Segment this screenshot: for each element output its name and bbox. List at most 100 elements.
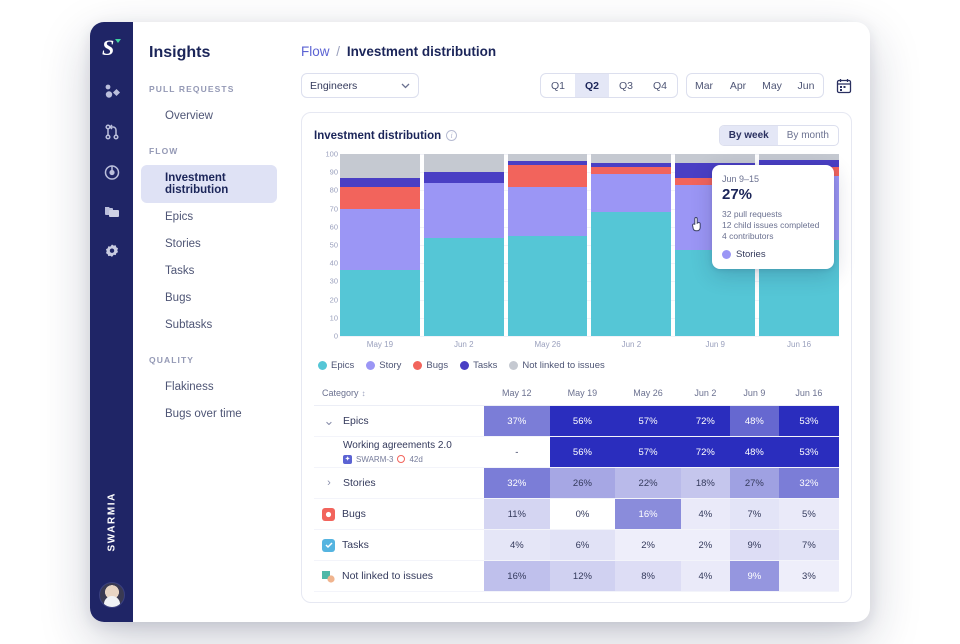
value-cell[interactable]: 32% — [484, 467, 550, 499]
pull-request-icon[interactable] — [103, 123, 121, 146]
value-cell[interactable]: 9% — [729, 529, 779, 561]
value-cell[interactable]: 57% — [615, 405, 681, 437]
bar-column[interactable] — [591, 154, 672, 336]
quarter-option-q4[interactable]: Q4 — [643, 74, 677, 97]
value-cell[interactable]: 9% — [729, 560, 779, 592]
month-option-mar[interactable]: Mar — [687, 74, 721, 97]
value-cell[interactable]: 16% — [484, 560, 550, 592]
bar-segment-epics[interactable] — [423, 237, 504, 336]
gear-icon[interactable] — [103, 243, 121, 266]
bar-column[interactable] — [340, 154, 420, 336]
value-cell[interactable]: 26% — [549, 467, 616, 499]
legend-item-story[interactable]: Story — [366, 360, 401, 371]
legend-item-tasks[interactable]: Tasks — [460, 360, 497, 371]
value-cell[interactable]: 32% — [778, 467, 839, 499]
value-cell[interactable]: 48% — [729, 436, 779, 468]
value-cell[interactable]: 6% — [549, 529, 616, 561]
bar-segment-not-linked-to-issues[interactable] — [340, 154, 420, 178]
month-option-jun[interactable]: Jun — [789, 74, 823, 97]
category-cell[interactable]: ⌄ Epics — [314, 405, 484, 437]
value-cell[interactable]: 53% — [778, 405, 839, 437]
table-row[interactable]: Not linked to issues 16% 12% 8% 4% 9% 3% — [314, 560, 839, 592]
value-cell[interactable]: 57% — [615, 436, 681, 468]
bar-segment-epics[interactable] — [340, 270, 420, 336]
value-cell[interactable]: 22% — [615, 467, 681, 499]
quarter-option-q2[interactable]: Q2 — [575, 74, 609, 97]
value-cell[interactable]: 4% — [680, 498, 730, 530]
quarter-option-q3[interactable]: Q3 — [609, 74, 643, 97]
calendar-icon[interactable] — [836, 78, 852, 94]
table-row[interactable]: ⌄ Epics 37% 56% 57% 72% 48% 53% — [314, 405, 839, 437]
category-cell[interactable]: Tasks — [314, 529, 484, 561]
bar-segment-tasks[interactable] — [340, 177, 420, 187]
value-cell[interactable]: 16% — [615, 498, 681, 530]
value-cell[interactable]: 37% — [484, 405, 550, 437]
bar-segment-tasks[interactable] — [423, 172, 504, 184]
bar-segment-story[interactable] — [340, 208, 420, 271]
sort-icon[interactable]: ↕ — [362, 389, 366, 398]
month-option-apr[interactable]: Apr — [721, 74, 755, 97]
chevron-right-icon[interactable]: › — [322, 477, 336, 489]
value-cell[interactable]: 12% — [549, 560, 616, 592]
bar-segment-not-linked-to-issues[interactable] — [675, 154, 756, 164]
granularity-by-month[interactable]: By month — [778, 126, 838, 145]
bar-segment-not-linked-to-issues[interactable] — [507, 154, 588, 162]
value-cell[interactable]: 48% — [729, 405, 779, 437]
bar-segment-story[interactable] — [507, 186, 588, 236]
bar-segment-bugs[interactable] — [591, 166, 672, 175]
shapes-icon[interactable] — [103, 83, 121, 106]
value-cell[interactable]: - — [484, 436, 550, 468]
category-cell[interactable]: Not linked to issues — [314, 560, 484, 592]
category-cell[interactable]: Working agreements 2.0 ✦ SWARM-3 42d — [314, 436, 484, 468]
value-cell[interactable]: 72% — [680, 436, 730, 468]
bar-segment-not-linked-to-issues[interactable] — [591, 154, 672, 164]
swarmia-logo-icon[interactable]: S — [101, 35, 123, 65]
value-cell[interactable]: 56% — [549, 405, 616, 437]
value-cell[interactable]: 4% — [680, 560, 730, 592]
sidebar-item-subtasks[interactable]: Subtasks — [141, 312, 277, 338]
bar-segment-story[interactable] — [423, 183, 504, 238]
sidebar-item-epics[interactable]: Epics — [141, 204, 277, 230]
sidebar-item-investment-distribution[interactable]: Investment distribution — [141, 165, 277, 203]
granularity-by-week[interactable]: By week — [719, 126, 778, 145]
value-cell[interactable]: 11% — [484, 498, 550, 530]
chevron-down-icon[interactable]: ⌄ — [322, 413, 336, 429]
table-row[interactable]: Tasks 4% 6% 2% 2% 9% 7% — [314, 529, 839, 561]
table-row[interactable]: Bugs 11% 0% 16% 4% 7% 5% — [314, 498, 839, 530]
sidebar-item-flakiness[interactable]: Flakiness — [141, 374, 277, 400]
bar-segment-bugs[interactable] — [340, 186, 420, 209]
value-cell[interactable]: 7% — [778, 529, 839, 561]
table-row[interactable]: Working agreements 2.0 ✦ SWARM-3 42d -56% 57%… — [314, 436, 839, 468]
bar-segment-bugs[interactable] — [507, 164, 588, 187]
bar-segment-epics[interactable] — [507, 235, 588, 336]
bar-segment-epics[interactable] — [591, 212, 672, 336]
bar-column[interactable] — [423, 154, 504, 336]
bar-column[interactable] — [507, 154, 588, 336]
legend-item-not-linked-to-issues[interactable]: Not linked to issues — [509, 360, 605, 371]
value-cell[interactable]: 2% — [680, 529, 730, 561]
sidebar-item-tasks[interactable]: Tasks — [141, 258, 277, 284]
sidebar-item-bugs[interactable]: Bugs — [141, 285, 277, 311]
folders-icon[interactable] — [103, 203, 121, 226]
value-cell[interactable]: 53% — [778, 436, 839, 468]
value-cell[interactable]: 18% — [680, 467, 730, 499]
issue-key[interactable]: SWARM-3 — [356, 455, 393, 464]
value-cell[interactable]: 7% — [729, 498, 779, 530]
value-cell[interactable]: 72% — [680, 405, 730, 437]
value-cell[interactable]: 8% — [615, 560, 681, 592]
table-row[interactable]: › Stories 32% 26% 22% 18% 27% 32% — [314, 467, 839, 499]
sidebar-item-overview[interactable]: Overview — [141, 103, 277, 129]
value-cell[interactable]: 5% — [778, 498, 839, 530]
value-cell[interactable]: 0% — [549, 498, 616, 530]
target-icon[interactable] — [103, 163, 121, 186]
info-icon[interactable]: i — [446, 130, 458, 141]
sidebar-item-bugs-over-time[interactable]: Bugs over time — [141, 401, 277, 427]
team-select[interactable]: Engineers — [301, 73, 419, 98]
sidebar-item-stories[interactable]: Stories — [141, 231, 277, 257]
month-option-may[interactable]: May — [755, 74, 789, 97]
value-cell[interactable]: 27% — [729, 467, 779, 499]
category-cell[interactable]: › Stories — [314, 467, 484, 499]
legend-item-epics[interactable]: Epics — [318, 360, 354, 371]
bar-segment-story[interactable] — [591, 174, 672, 213]
category-cell[interactable]: Bugs — [314, 498, 484, 530]
